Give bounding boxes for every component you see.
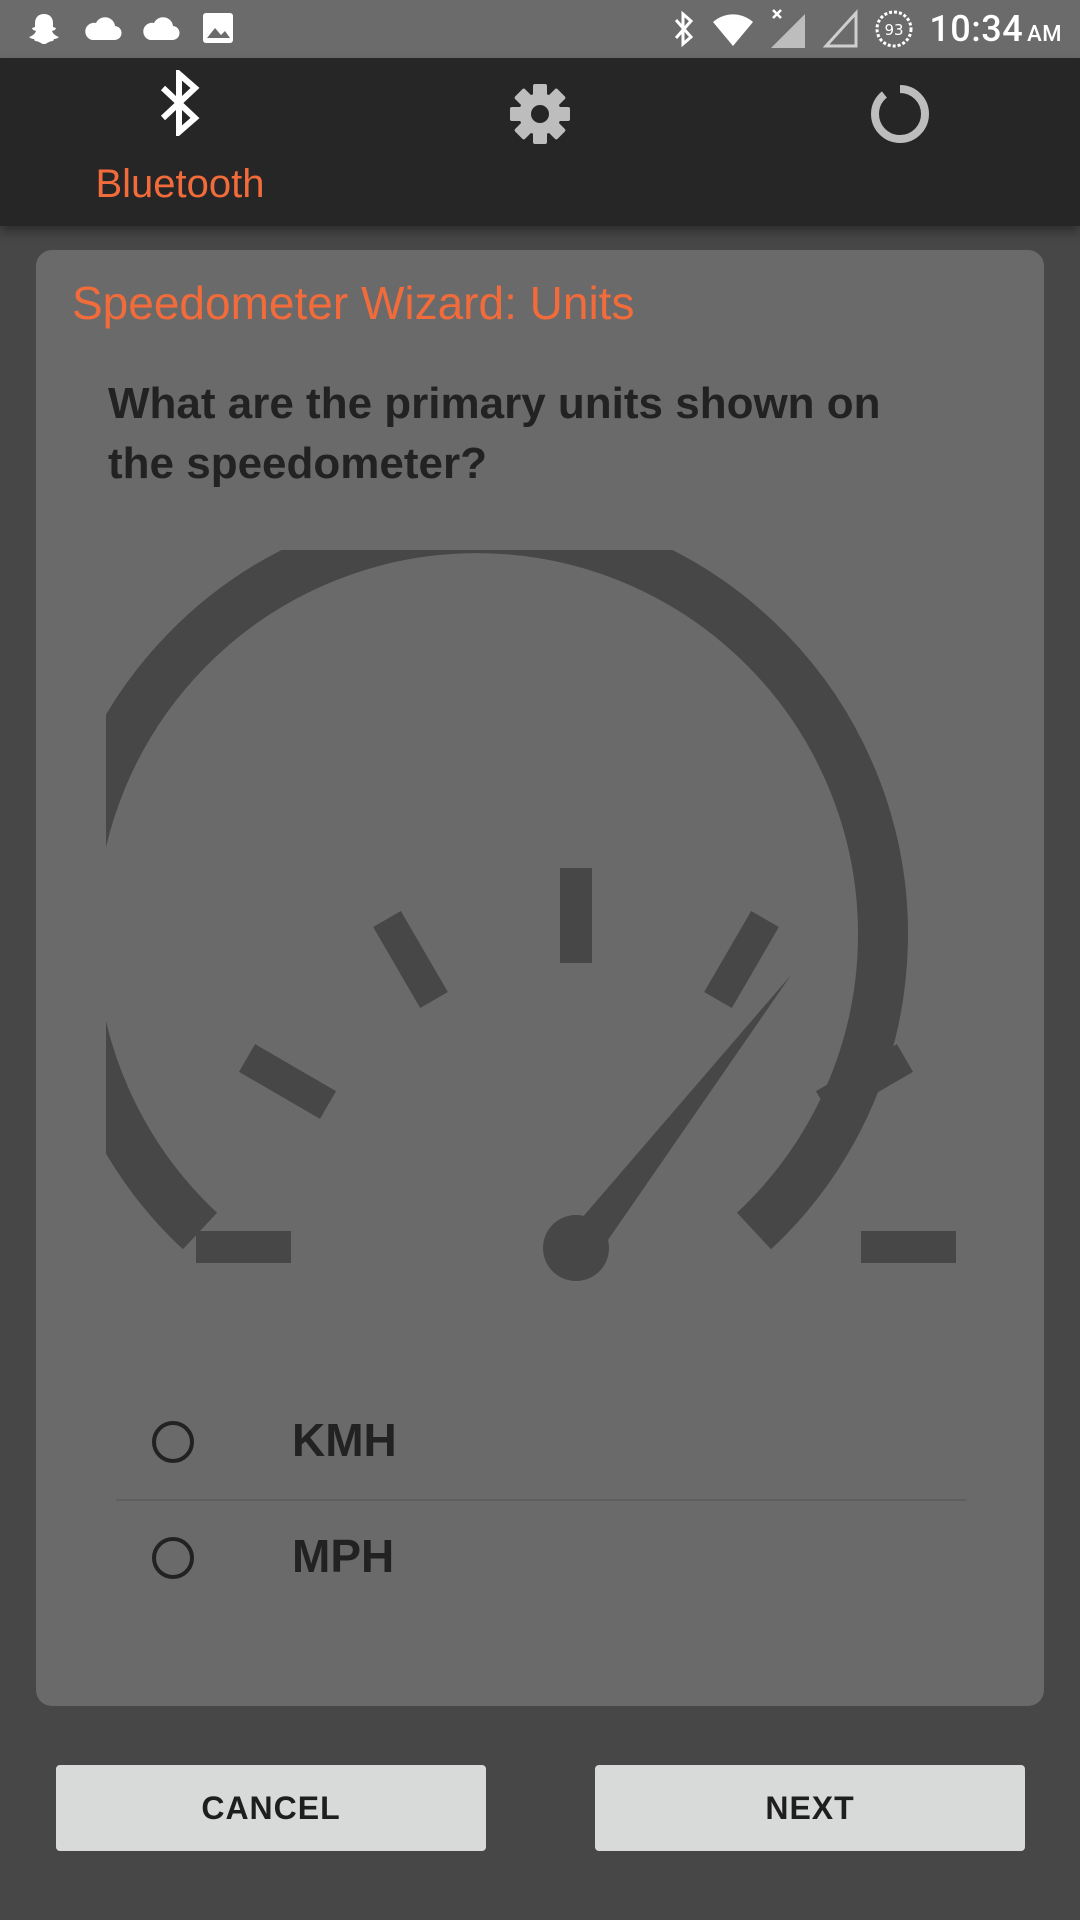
wizard-card: Speedometer Wizard: Units What are the p… (36, 250, 1044, 1706)
snapchat-icon (29, 14, 59, 44)
speedometer-illustration (106, 550, 956, 1281)
image-icon (203, 13, 233, 43)
system-icons: 93 10:34 AM (671, 6, 1062, 52)
kmh-label: KMH (292, 1414, 397, 1466)
cancel-button[interactable]: CANCEL (56, 1765, 486, 1851)
cloud-icon (85, 17, 122, 41)
kmh-radio[interactable] (152, 1421, 194, 1463)
signal-icon (771, 9, 806, 48)
option-kmh[interactable]: KMH (116, 1383, 966, 1499)
mph-label: MPH (292, 1530, 395, 1582)
tab-settings[interactable] (360, 58, 720, 226)
status-bar: 93 10:34 AM (0, 0, 1080, 58)
wizard-title: Speedometer Wizard: Units (72, 277, 635, 329)
bluetooth-icon (160, 70, 200, 136)
app-bar: Bluetooth (0, 58, 1080, 226)
gauge-tick (373, 910, 448, 1009)
battery-icon: 93 (875, 10, 913, 48)
signal-empty-icon (823, 9, 858, 48)
spinner-icon (871, 85, 929, 143)
gauge-hub (543, 1215, 609, 1281)
next-button[interactable]: NEXT (595, 1765, 1025, 1851)
wizard-question: What are the primary units shown on the … (108, 379, 881, 488)
tab-bluetooth-label: Bluetooth (95, 162, 265, 206)
mph-radio[interactable] (152, 1537, 194, 1579)
gauge-arc (106, 550, 908, 1250)
cloud-icon (143, 17, 180, 41)
tab-sync[interactable] (720, 58, 1080, 226)
battery-level: 93 (885, 21, 904, 39)
wifi-icon (713, 14, 754, 46)
clock: 10:34 AM (929, 8, 1062, 50)
notification-icons (22, 8, 240, 48)
gauge-tick (704, 910, 779, 1009)
clock-ampm: AM (1027, 22, 1062, 47)
gear-icon (510, 84, 570, 144)
bluetooth-icon (675, 10, 694, 48)
option-mph[interactable]: MPH (116, 1499, 966, 1615)
gauge-tick (238, 1044, 337, 1119)
tab-bluetooth[interactable]: Bluetooth (0, 58, 360, 226)
clock-time: 10:34 (929, 8, 1024, 50)
